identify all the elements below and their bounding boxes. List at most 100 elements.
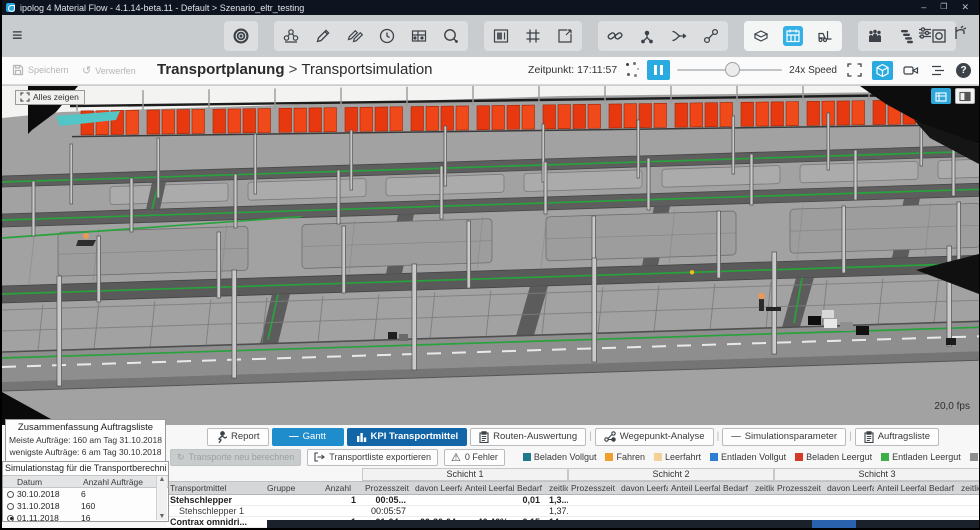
day-row[interactable]: 31.10.2018 160	[3, 500, 168, 512]
save-label: Speichern	[28, 65, 69, 75]
warning-icon: ⚠	[451, 451, 461, 464]
tab-simulationsparameter[interactable]: — Simulationsparameter	[722, 427, 847, 446]
fps-label: 20,0 fps	[934, 401, 970, 412]
summary-line: Meiste Aufträge: 160 am Tag 31.10.2018	[9, 435, 162, 445]
day-row[interactable]: 01.11.2018 16	[3, 512, 168, 521]
minimize-button[interactable]: –	[921, 2, 926, 13]
show-all-label: Alles zeigen	[33, 92, 79, 102]
window-layout-icon[interactable]	[491, 26, 511, 46]
bar-chart-icon	[356, 433, 366, 442]
day-row[interactable]: 30.10.2018 6	[3, 488, 168, 500]
save-button[interactable]: Speichern	[12, 64, 69, 76]
errors-button[interactable]: ⚠ 0 Fehler	[444, 448, 505, 466]
open-box-icon[interactable]	[751, 26, 771, 46]
people-group-icon[interactable]	[865, 26, 885, 46]
tab-gantt[interactable]: — Gantt	[271, 427, 344, 446]
legend-chip	[881, 453, 890, 461]
layer-list-icon[interactable]	[928, 61, 949, 80]
time-label: Zeitpunkt: 17:11:57	[528, 64, 618, 76]
column-header-anzahl[interactable]: Anzahl Aufträge	[81, 476, 158, 488]
camera-path-icon[interactable]	[900, 61, 921, 80]
discard-label: Verwerfen	[95, 65, 136, 76]
stacked-levels-icon[interactable]	[897, 26, 917, 46]
tab-routen-auswertung[interactable]: Routen-Auswertung	[470, 427, 587, 446]
help-icon[interactable]: ?	[956, 62, 971, 78]
gantt-legend: Beladen Vollgut Fahren Leerfahrt Entlade…	[522, 450, 979, 464]
kpi-table-header[interactable]: Transportmittel Gruppe Anzahl Prozesszeit d…	[167, 481, 979, 495]
simulation-day-panel: Simulationstag für die Transportberechni…	[2, 461, 169, 522]
maximize-button[interactable]: ❐	[940, 2, 947, 13]
pause-button[interactable]	[647, 60, 671, 80]
shift-header-row: Schicht 1 Schicht 2 Schicht 3	[167, 468, 979, 481]
refresh-icon: ↻	[177, 451, 185, 462]
recalculate-button[interactable]: ↻ Transporte neu berechnen	[170, 448, 302, 466]
column-header-datum[interactable]: Datum	[3, 476, 81, 488]
show-all-button[interactable]: Alles zeigen	[15, 90, 85, 105]
titlebar: ipolog 4 Material Flow - 4.1.14-beta.11 …	[2, 0, 979, 15]
toolbar-group-edit	[274, 21, 468, 51]
merge-arrows-icon[interactable]	[669, 26, 689, 46]
expand-icon	[20, 92, 30, 102]
timeline-slider[interactable]	[677, 62, 783, 78]
search-locate-icon[interactable]	[441, 26, 461, 46]
tab-auftragsliste[interactable]: Auftragsliste	[854, 427, 939, 446]
schedule-view-button[interactable]	[931, 88, 951, 104]
chain-nodes-icon[interactable]	[701, 26, 721, 46]
taskbar-peek	[267, 520, 979, 528]
simulation-day-title: Simulationstag für die Transportberechni	[5, 463, 167, 473]
legend-chip	[654, 453, 663, 461]
tab-report[interactable]: Report	[207, 427, 269, 446]
summary-panel-title: Zusammenfassung Auftragsliste	[17, 422, 154, 433]
transport-schedule-icon[interactable]	[783, 26, 803, 46]
tab-kpi-transportmittel[interactable]: KPI Transportmittel	[346, 427, 468, 446]
export-button[interactable]: Transportliste exportieren	[307, 448, 439, 466]
save-icon	[12, 64, 24, 76]
viewport-3d[interactable]: Alles zeigen 20,0 fps	[2, 86, 979, 425]
report-runner-icon	[217, 430, 227, 443]
shift-header: Schicht 1	[362, 468, 568, 481]
scrollbar[interactable]: ▲ ▼	[156, 476, 167, 520]
menu-icon[interactable]: ≡	[12, 26, 23, 44]
clipboard-icon	[864, 430, 874, 443]
radio-selected[interactable]	[7, 514, 14, 521]
table-row[interactable]: Stehschlepper 1 00:05:571,37...	[167, 506, 979, 517]
breadcrumb: Transportplanung > Transportsimulation	[157, 61, 433, 78]
fit-screen-icon[interactable]	[844, 61, 865, 80]
table-row[interactable]: Stehschlepper 1 00:05... 0,01 1,3...	[167, 495, 979, 506]
export-frame-icon[interactable]	[555, 26, 575, 46]
tab-wegepunkt-analyse[interactable]: Wegepunkt-Analyse	[594, 427, 714, 446]
summary-line: wenigste Aufträge: 6 am Tag 30.10.2018	[9, 447, 162, 457]
filter-sliders-icon[interactable]	[915, 23, 935, 43]
split-view-button[interactable]	[955, 88, 975, 104]
window-title: ipolog 4 Material Flow - 4.1.14-beta.11 …	[20, 2, 305, 13]
pencil-icon[interactable]	[313, 26, 333, 46]
scroll-down-icon[interactable]: ▼	[159, 513, 166, 520]
app-logo-icon	[6, 3, 15, 12]
clock-icon[interactable]	[377, 26, 397, 46]
process-flow-icon[interactable]	[281, 26, 301, 46]
ipolog-logo-icon[interactable]	[949, 23, 969, 43]
scroll-up-icon[interactable]: ▲	[159, 476, 166, 483]
undo-icon: ↺	[82, 65, 92, 77]
discard-button[interactable]: ↺ Verwerfen	[82, 64, 136, 77]
clipboard-icon	[479, 430, 489, 443]
grid-icon[interactable]	[523, 26, 543, 46]
node-branch-icon[interactable]	[637, 26, 657, 46]
forklift-icon[interactable]	[815, 26, 835, 46]
pencils-icon[interactable]	[345, 26, 365, 46]
view-target-icon[interactable]	[231, 26, 251, 46]
busy-spinner-icon	[624, 62, 640, 78]
legend-chip	[969, 453, 978, 461]
view-3d-button[interactable]	[872, 60, 893, 80]
speed-label: 24x Speed	[789, 64, 837, 76]
radio-unselected[interactable]	[7, 502, 14, 510]
chain-link-icon[interactable]	[605, 26, 625, 46]
close-button[interactable]: ✕	[961, 2, 969, 13]
main-toolbar: ≡	[2, 15, 979, 57]
radio-unselected[interactable]	[7, 490, 14, 498]
breadcrumb-module[interactable]: Transportplanung	[157, 61, 285, 78]
legend-chip	[710, 453, 719, 461]
shift-header: Schicht 2	[568, 468, 774, 481]
layout-table-icon[interactable]	[409, 26, 429, 46]
legend-chip	[522, 453, 531, 461]
